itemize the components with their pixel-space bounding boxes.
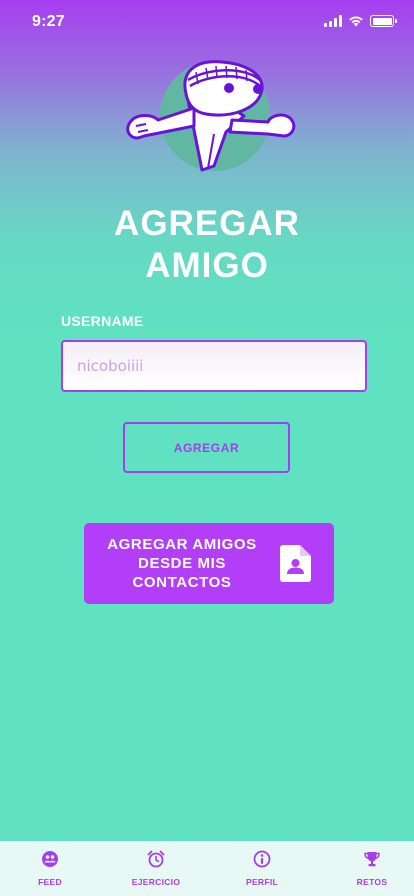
people-icon [42, 851, 58, 867]
add-friend-button[interactable]: AGREGAR [123, 422, 290, 473]
contacts-label-line3: CONTACTOS [132, 574, 232, 591]
status-icons [324, 15, 397, 27]
battery-icon [370, 15, 397, 27]
tab-perfil[interactable]: PERFIL [238, 841, 286, 896]
tab-feed-label: FEED [38, 877, 62, 887]
tab-retos-label: RETOS [356, 877, 388, 887]
tab-perfil-label: PERFIL [245, 877, 279, 887]
trophy-icon [364, 852, 380, 867]
signal-icon [324, 15, 342, 27]
status-time: 9:27 [32, 13, 65, 30]
info-icon [253, 850, 271, 868]
tab-ejercicio-label: EJERCICIO [131, 877, 181, 887]
alarm-clock-icon [147, 850, 165, 868]
contacts-label-line1: AGREGAR AMIGOS [107, 536, 257, 553]
username-label: USERNAME [61, 313, 144, 329]
wifi-icon [349, 16, 363, 27]
runner-mascot-icon [126, 60, 296, 172]
username-input-value: nicoboiiii [77, 357, 144, 375]
add-from-contacts-label: AGREGAR AMIGOS DESDE MIS CONTACTOS [84, 535, 280, 592]
contact-file-icon [280, 545, 311, 582]
status-bar: 9:27 [0, 0, 414, 44]
page-title: AGREGAR AMIGO [0, 203, 414, 287]
tab-ejercicio[interactable]: EJERCICIO [124, 841, 188, 896]
tab-bar: FEED EJERCICIO PERFIL RETOS [0, 841, 414, 896]
tab-feed[interactable]: FEED [26, 841, 74, 896]
username-input[interactable]: nicoboiiii [61, 340, 367, 392]
tab-retos[interactable]: RETOS [348, 841, 396, 896]
page-title-line2: AMIGO [145, 246, 269, 285]
page-title-line1: AGREGAR [114, 204, 300, 243]
add-from-contacts-button[interactable]: AGREGAR AMIGOS DESDE MIS CONTACTOS [84, 523, 334, 604]
contacts-label-line2: DESDE MIS [138, 555, 226, 572]
